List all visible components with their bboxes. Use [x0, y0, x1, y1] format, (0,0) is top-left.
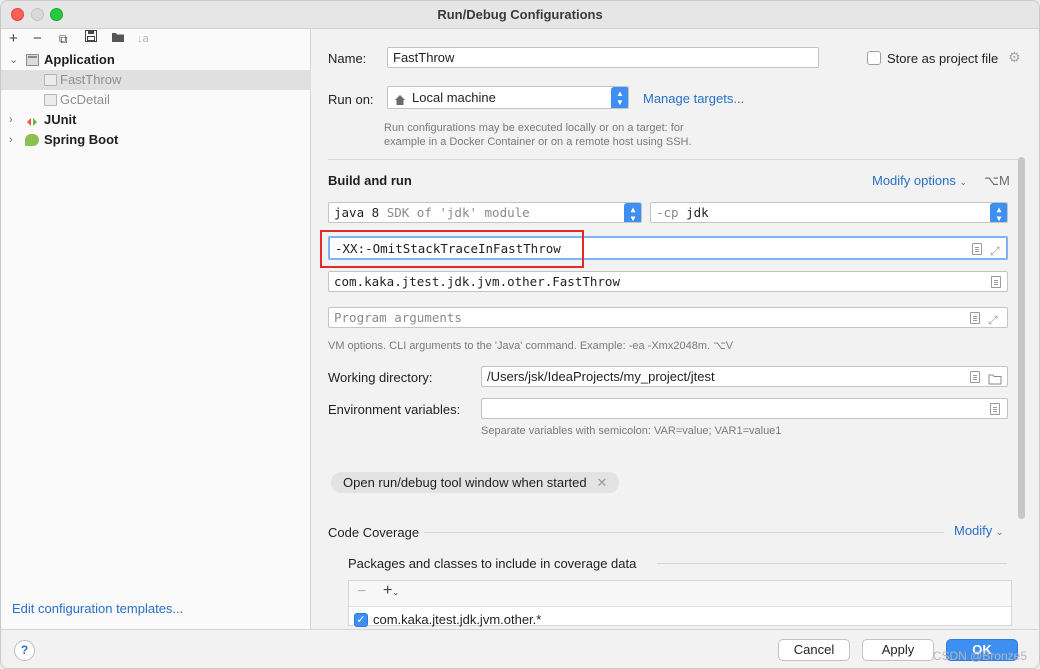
spring-boot-icon: [25, 134, 39, 146]
run-on-label: Run on:: [328, 92, 374, 107]
apply-button[interactable]: Apply: [862, 639, 934, 661]
application-config-icon: [44, 74, 57, 86]
chevron-right-icon[interactable]: ›: [9, 110, 13, 130]
program-arguments-input[interactable]: Program arguments ⤢: [328, 307, 1008, 328]
tree-item-label: JUnit: [44, 112, 77, 127]
chevron-updown-icon[interactable]: ▲ ▼: [624, 203, 641, 222]
tree-item-label: Spring Boot: [44, 132, 119, 147]
form-scrollbar[interactable]: [1018, 157, 1025, 519]
manage-targets-link[interactable]: Manage targets...: [643, 91, 744, 106]
vm-options-hint: VM options. CLI arguments to the 'Java' …: [328, 340, 734, 352]
packages-title: Packages and classes to include in cover…: [348, 556, 637, 571]
environment-variables-input[interactable]: [481, 398, 1008, 419]
run-on-value: Local machine: [412, 90, 496, 105]
code-coverage-title: Code Coverage: [328, 525, 420, 540]
tree-item-gcdetail[interactable]: GcDetail: [1, 90, 311, 110]
working-directory-value: /Users/jsk/IdeaProjects/my_project/jtest: [487, 369, 715, 384]
coverage-item-label: com.kaka.jtest.jdk.jvm.other.*: [373, 612, 542, 627]
document-icon[interactable]: [972, 243, 982, 255]
move-to-folder-icon[interactable]: [111, 30, 125, 48]
name-input[interactable]: FastThrow: [387, 47, 819, 68]
tree-item-application[interactable]: ⌄ Application: [1, 50, 311, 70]
document-icon[interactable]: [990, 403, 1000, 415]
title-bar: Run/Debug Configurations: [1, 1, 1039, 29]
chevron-down-icon: ⌄: [995, 527, 1004, 537]
working-directory-input[interactable]: /Users/jsk/IdeaProjects/my_project/jtest: [481, 366, 1008, 387]
remove-configuration-icon[interactable]: −: [33, 30, 42, 48]
remove-pattern-icon[interactable]: −: [357, 583, 366, 601]
cp-prefix: -cp: [656, 205, 679, 220]
working-directory-label: Working directory:: [328, 370, 433, 385]
configuration-form: Name: FastThrow Store as project file ⚙ …: [312, 29, 1039, 629]
highlight-annotation: [320, 230, 584, 268]
expand-icon[interactable]: ⤢: [990, 240, 1000, 258]
classpath-select[interactable]: -cp jdk ▲ ▼: [650, 202, 1008, 223]
modify-options-shortcut: ⌥M: [984, 173, 1010, 188]
home-icon: [394, 91, 406, 108]
modify-options-label: Modify options: [872, 173, 956, 188]
save-configuration-icon[interactable]: [85, 30, 97, 48]
document-icon[interactable]: [970, 371, 980, 383]
application-icon: [26, 54, 39, 66]
dialog-button-bar: ? Cancel Apply OK CSDN @Bronze5: [1, 629, 1039, 668]
store-as-project-file-label: Store as project file: [887, 51, 999, 66]
tree-item-spring-boot[interactable]: › Spring Boot: [1, 130, 311, 150]
tree-item-label: Application: [44, 52, 115, 67]
document-icon[interactable]: [970, 312, 980, 324]
program-arguments-placeholder: Program arguments: [334, 310, 462, 325]
copy-configuration-icon[interactable]: ⧉: [59, 30, 68, 48]
run-on-hint: Run configurations may be executed local…: [384, 122, 692, 148]
modify-coverage-link[interactable]: Modify ⌄: [954, 523, 1003, 538]
chevron-updown-icon[interactable]: ▲ ▼: [611, 87, 628, 108]
configurations-sidebar: + − ⧉ ↓a ⌄ Application FastThrow GcDetai…: [1, 29, 311, 629]
modify-label: Modify: [954, 523, 993, 538]
coverage-packages-panel: − +⌄ ✓ com.kaka.jtest.jdk.jvm.other.*: [348, 580, 1012, 627]
watermark-text: CSDN @Bronze5: [932, 649, 1027, 663]
chevron-right-icon[interactable]: ›: [9, 130, 13, 150]
tree-item-junit[interactable]: › JUnit: [1, 110, 311, 130]
main-class-input[interactable]: com.kaka.jtest.jdk.jvm.other.FastThrow: [328, 271, 1008, 292]
store-as-project-file-checkbox[interactable]: [867, 51, 881, 65]
jdk-select[interactable]: java 8 SDK of 'jdk' module ▲ ▼: [328, 202, 642, 223]
folder-icon[interactable]: [988, 371, 1002, 386]
main-class-value: com.kaka.jtest.jdk.jvm.other.FastThrow: [334, 274, 620, 289]
run-on-select[interactable]: Local machine ▲ ▼: [387, 86, 629, 109]
chevron-updown-icon[interactable]: ▲ ▼: [990, 203, 1007, 222]
section-divider: [657, 563, 1007, 564]
section-divider: [424, 532, 944, 533]
modify-options-link[interactable]: Modify options ⌄: [872, 173, 967, 188]
add-pattern-icon[interactable]: +⌄: [383, 582, 399, 600]
coverage-panel-toolbar: − +⌄: [349, 581, 1011, 607]
run-debug-configurations-window: Run/Debug Configurations + − ⧉ ↓a ⌄ Appl…: [0, 0, 1040, 669]
jdk-value: java 8: [334, 205, 380, 220]
build-and-run-title: Build and run: [328, 173, 412, 188]
environment-variables-label: Environment variables:: [328, 402, 461, 417]
section-divider: [328, 159, 1018, 160]
coverage-item-checkbox[interactable]: ✓: [354, 613, 368, 627]
sort-configurations-icon[interactable]: ↓a: [137, 30, 149, 48]
open-tool-window-chip[interactable]: Open run/debug tool window when started ✕: [331, 472, 620, 493]
close-icon[interactable]: ✕: [597, 475, 608, 490]
name-label: Name:: [328, 51, 367, 66]
jdk-hint: SDK of 'jdk' module: [386, 205, 530, 220]
application-config-icon: [44, 94, 57, 106]
edit-configuration-templates-link[interactable]: Edit configuration templates...: [12, 601, 183, 616]
chevron-down-icon: ⌄: [959, 177, 967, 187]
expand-icon[interactable]: ⤢: [988, 311, 998, 327]
cancel-button[interactable]: Cancel: [778, 639, 850, 661]
sidebar-toolbar: + − ⧉ ↓a: [1, 29, 311, 49]
gear-icon[interactable]: ⚙: [1008, 49, 1021, 66]
tree-item-label: GcDetail: [60, 92, 110, 107]
junit-icon: [26, 114, 38, 126]
browse-document-icon[interactable]: [991, 276, 1001, 288]
add-configuration-icon[interactable]: +: [9, 30, 18, 48]
window-title: Run/Debug Configurations: [437, 7, 603, 22]
chevron-down-icon[interactable]: ⌄: [9, 50, 18, 70]
environment-variables-hint: Separate variables with semicolon: VAR=v…: [481, 425, 782, 437]
chip-label: Open run/debug tool window when started: [343, 475, 587, 490]
help-button[interactable]: ?: [14, 640, 35, 661]
tree-item-label: FastThrow: [60, 72, 122, 87]
tree-item-fastthrow[interactable]: FastThrow: [1, 70, 311, 90]
cp-value: jdk: [686, 205, 709, 220]
